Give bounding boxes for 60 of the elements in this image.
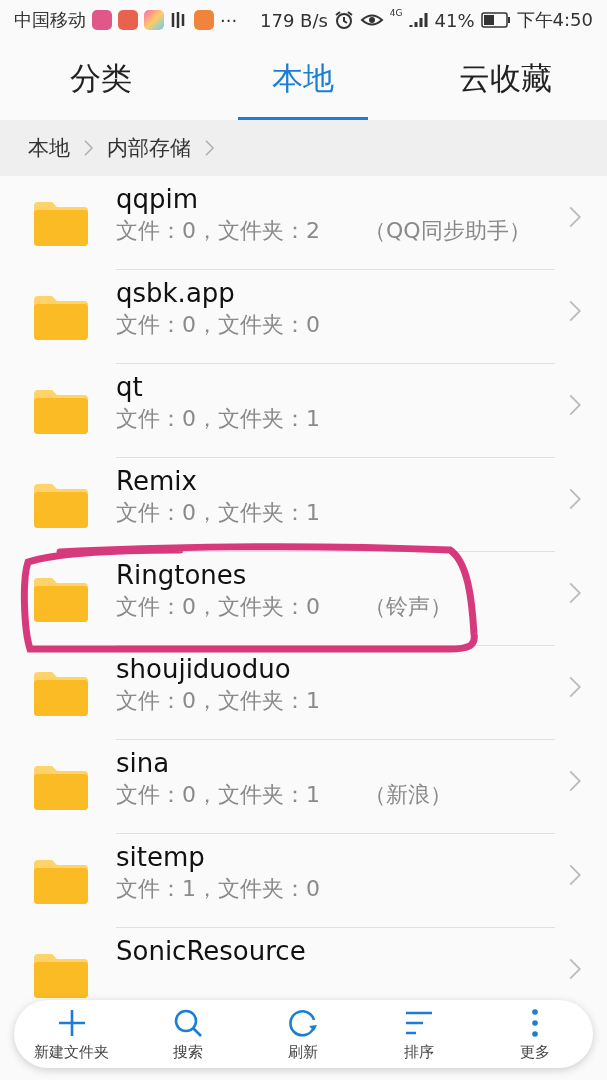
folder-icon bbox=[34, 296, 88, 340]
folder-name: shoujiduoduo bbox=[116, 653, 292, 686]
chevron-right-icon bbox=[569, 676, 581, 698]
app-icon bbox=[118, 10, 138, 30]
folder-icon bbox=[34, 672, 88, 716]
folder-name: sina bbox=[116, 747, 171, 780]
chevron-right-icon bbox=[569, 394, 581, 416]
chevron-right-icon bbox=[569, 206, 581, 228]
toolbar-button[interactable]: 更多 bbox=[477, 1000, 593, 1068]
tab[interactable]: 云收藏 bbox=[440, 40, 571, 120]
folder-name: qt bbox=[116, 371, 144, 404]
chevron-right-icon bbox=[569, 300, 581, 322]
breadcrumb-item[interactable]: 本地 bbox=[28, 134, 70, 162]
folder-icon bbox=[34, 578, 88, 622]
chevron-right-icon bbox=[569, 958, 581, 980]
folder-icon bbox=[34, 484, 88, 528]
folder-name: SonicResource bbox=[116, 935, 307, 968]
signal-icon bbox=[408, 11, 429, 29]
breadcrumb-item[interactable]: 内部存储 bbox=[107, 134, 191, 162]
toolbar-button[interactable]: 排序 bbox=[361, 1000, 478, 1068]
app-icon bbox=[144, 10, 164, 30]
folder-icon bbox=[34, 202, 88, 246]
folder-name: qsbk.app bbox=[116, 277, 236, 310]
folder-details: 文件：0，文件夹：1 （新浪） bbox=[116, 781, 453, 809]
play-app-icon bbox=[194, 10, 214, 30]
folder-icon bbox=[34, 390, 88, 434]
folder-details: 文件：0，文件夹：0 bbox=[116, 311, 321, 339]
alarm-icon bbox=[333, 10, 354, 30]
folder-details: 文件：0，文件夹：1 bbox=[116, 405, 321, 433]
tab[interactable]: 分类 bbox=[36, 40, 167, 120]
folder-name: Ringtones bbox=[116, 559, 248, 592]
toolbar-button[interactable]: 刷新 bbox=[245, 1000, 362, 1068]
battery-percent: 41% bbox=[434, 9, 475, 31]
folder-icon bbox=[34, 954, 88, 998]
toolbar-button[interactable]: 搜索 bbox=[129, 1000, 246, 1068]
folder-icon bbox=[34, 860, 88, 904]
chevron-right-icon bbox=[569, 488, 581, 510]
folder-details: 文件：0，文件夹：1 bbox=[116, 687, 321, 715]
folder-details: 文件：0，文件夹：0 （铃声） bbox=[116, 593, 453, 621]
folder-details: 文件：1，文件夹：0 bbox=[116, 875, 321, 903]
more-icon bbox=[531, 1006, 540, 1039]
battery-icon bbox=[480, 12, 511, 28]
chevron-right-icon bbox=[205, 139, 214, 157]
more-notifications: ··· bbox=[220, 9, 238, 31]
chevron-right-icon bbox=[569, 770, 581, 792]
chevron-right-icon bbox=[569, 582, 581, 604]
folder-name: qqpim bbox=[116, 183, 200, 216]
app-icon bbox=[92, 10, 112, 30]
folder-name: Remix bbox=[116, 465, 198, 498]
folder-name: sitemp bbox=[116, 841, 206, 874]
chevron-right-icon bbox=[84, 139, 93, 157]
folder-icon bbox=[34, 766, 88, 810]
toolbar-button[interactable]: 新建文件夹 bbox=[14, 1000, 130, 1068]
network-speed: 179 B/s bbox=[260, 9, 328, 31]
folder-details: 文件：0，文件夹：1 bbox=[116, 499, 321, 527]
folder-details: 文件：0，文件夹：2 （QQ同步助手） bbox=[116, 217, 532, 245]
carrier-name: 中国移动 bbox=[14, 8, 86, 32]
chevron-right-icon bbox=[569, 864, 581, 886]
network-type: 4G bbox=[389, 8, 403, 18]
clock-time: 下午4:50 bbox=[516, 8, 593, 32]
